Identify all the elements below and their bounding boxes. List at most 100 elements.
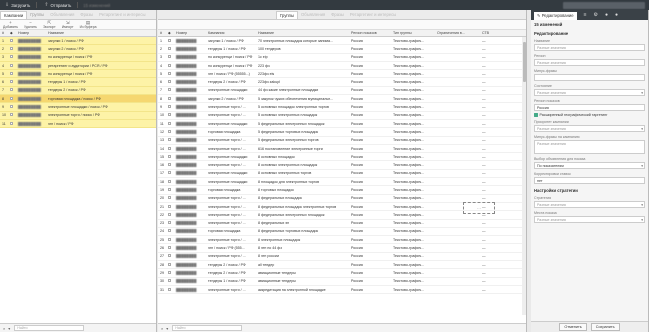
table-row[interactable]: 8 █████████ торговая площадка / поиск / РФ [0, 95, 156, 104]
row-checkbox[interactable] [166, 55, 174, 59]
download-button[interactable]: ⇓ Загрузить [3, 2, 30, 8]
row-checkbox[interactable] [166, 179, 174, 184]
tab-ads[interactable]: Объявления [47, 11, 77, 19]
table-row[interactable]: 12 ████████ торговая площадка 5 федеральных… [158, 128, 526, 137]
col-ctr[interactable]: СТВ [480, 31, 490, 35]
col-id[interactable]: Номер [174, 31, 206, 35]
table-row[interactable]: 30 ████████ тендеры 1 / поиск / РФ авиацион… [158, 278, 526, 286]
table-row[interactable]: 14 ████████ электронные торги / ... 616 пос… [158, 145, 526, 154]
row-checkbox[interactable] [8, 113, 16, 117]
row-checkbox[interactable] [8, 121, 16, 126]
row-checkbox[interactable] [166, 121, 174, 126]
row-checkbox[interactable] [166, 113, 174, 117]
save-button[interactable]: Сохранить [590, 323, 620, 331]
row-checkbox[interactable] [8, 55, 16, 59]
cancel-button[interactable]: Отменить [559, 323, 587, 331]
state-select[interactable]: Разные значения [534, 89, 645, 96]
scrollbar-thumb[interactable] [522, 42, 526, 82]
table-row[interactable]: 19 ████████ торговая площадка 8 торговых пл… [158, 186, 526, 195]
col-type[interactable]: Тип группы [391, 31, 435, 35]
row-checkbox[interactable] [166, 237, 174, 242]
row-checkbox[interactable] [166, 88, 174, 92]
row-checkbox[interactable] [8, 38, 16, 43]
row-checkbox[interactable] [166, 171, 174, 175]
col-number[interactable]: # [158, 31, 166, 35]
table-row[interactable]: 11 █████████ эгп / поиск / РФ [0, 119, 156, 129]
row-checkbox[interactable] [166, 105, 174, 109]
row-checkbox[interactable] [8, 80, 16, 84]
tab-ads-mid[interactable]: Объявления [298, 11, 328, 19]
row-checkbox[interactable] [166, 246, 174, 250]
table-row[interactable]: 23 ████████ электронные торги / ... 8 федер… [158, 220, 526, 228]
table-row[interactable]: 1 █████████ загулки 1 / поиск / РФ [0, 37, 156, 46]
table-row[interactable]: 27 ████████ электронные торги / ... 8 этп р… [158, 253, 526, 262]
comment-icon[interactable]: ● [605, 12, 608, 18]
delete-button[interactable]: − Удалить [24, 20, 37, 29]
placement-select[interactable]: Разные значения [534, 216, 645, 223]
table-row[interactable]: 4 █████████ ретаргетинг и аудитории / РСЯ … [0, 61, 156, 71]
search-input[interactable]: Найти [14, 325, 85, 331]
search-input[interactable]: Найти [172, 325, 243, 331]
row-checkbox[interactable] [166, 287, 174, 292]
geo-targeting-checkbox[interactable]: Расширенный географический таргетинг [534, 113, 645, 117]
row-checkbox[interactable] [166, 187, 174, 192]
row-checkbox[interactable] [166, 71, 174, 76]
upload-button[interactable]: ⇑ Отправить [42, 2, 71, 8]
row-checkbox[interactable] [8, 46, 16, 51]
add-button[interactable]: + Добавить [3, 20, 18, 29]
bid-adjustments-input[interactable]: нет [534, 177, 645, 184]
row-checkbox[interactable] [166, 80, 174, 84]
table-row[interactable]: 29 ████████ тендеры 2 / поиск / РФ авиацион… [158, 269, 526, 278]
table-row[interactable]: 7 ████████ электронные площадки 44 фз какие… [158, 87, 526, 96]
table-row[interactable]: 5 █████████ по конкуренци / поиск / РФ [0, 70, 156, 79]
row-checkbox[interactable] [166, 96, 174, 101]
row-checkbox[interactable] [166, 129, 174, 134]
row-checkbox[interactable] [166, 270, 174, 275]
col-campaign[interactable]: Кампания [206, 31, 256, 35]
table-row[interactable]: 17 ████████ электронные площадки 8 основных… [158, 170, 526, 179]
table-row[interactable]: 2 █████████ загулки 2 / поиск / РФ [0, 45, 156, 54]
table-row[interactable]: 8 ████████ загулки 2 / поиск / РФ 5 закупок… [158, 95, 526, 104]
row-checkbox[interactable] [166, 229, 174, 233]
row-checkbox[interactable] [8, 88, 16, 92]
ad-choice-select[interactable]: По показателям [534, 162, 645, 169]
row-checkbox[interactable] [166, 63, 174, 68]
row-checkbox[interactable] [166, 154, 174, 159]
table-row[interactable]: 16 ████████ электронные торги / ... 8 основ… [158, 161, 526, 170]
col-name[interactable]: Название [46, 31, 146, 35]
region-shows-input[interactable]: Россия [534, 104, 645, 111]
table-row[interactable]: 26 ████████ эгп / поиск / РФ (555... 8 этп … [158, 244, 526, 253]
row-checkbox[interactable] [8, 105, 16, 109]
table-row[interactable]: 31 ████████ электронные торги / ... аккреди… [158, 286, 526, 295]
info-icon[interactable]: ● [615, 12, 618, 18]
user-account-menu[interactable] [563, 1, 645, 9]
gear-icon[interactable]: ⚙ [594, 12, 598, 18]
region-input[interactable]: Разные значения [534, 59, 645, 66]
table-row[interactable]: 4 ████████ по конкуренци / поиск / РФ 223 ф… [158, 62, 526, 71]
row-checkbox[interactable] [166, 212, 174, 217]
tab-retargeting[interactable]: Ретаргетинг и интересы [96, 11, 148, 19]
table-row[interactable]: 9 █████████ электронные площадки / поиск /… [0, 103, 156, 112]
tab-groups[interactable]: Группы [27, 11, 47, 19]
table-row[interactable]: 3 ████████ по конкуренци / поиск / РФ 1c ei… [158, 54, 526, 62]
row-checkbox[interactable] [8, 63, 16, 68]
minus-phrases-input[interactable] [534, 74, 645, 81]
name-input[interactable]: Разные значения [534, 44, 645, 51]
row-checkbox[interactable] [166, 163, 174, 167]
row-checkbox[interactable] [166, 196, 174, 200]
col-id[interactable]: Номер [16, 31, 46, 35]
import-button[interactable]: ⇲ Импорт [62, 20, 74, 29]
minus-phrases-textarea[interactable]: Разные значения [534, 140, 645, 154]
row-checkbox[interactable] [8, 96, 16, 101]
row-checkbox[interactable] [166, 221, 174, 225]
row-checkbox[interactable] [166, 138, 174, 142]
row-checkbox[interactable] [166, 38, 174, 43]
col-flag[interactable]: ◆ [166, 31, 174, 35]
vertical-scrollbar[interactable] [522, 37, 526, 315]
table-row[interactable]: 7 █████████ тендеры 2 / поиск / РФ [0, 86, 156, 96]
table-row[interactable]: 10 █████████ электронные торги / поиск / Р… [0, 111, 156, 120]
row-checkbox[interactable] [166, 146, 174, 151]
table-row[interactable]: 13 ████████ электронные торги / ... 5 федер… [158, 137, 526, 145]
table-row[interactable]: 15 ████████ электронные площадки 8 основных… [158, 153, 526, 162]
tab-retargeting-mid[interactable]: Ретаргетинг и интересы [347, 11, 399, 19]
